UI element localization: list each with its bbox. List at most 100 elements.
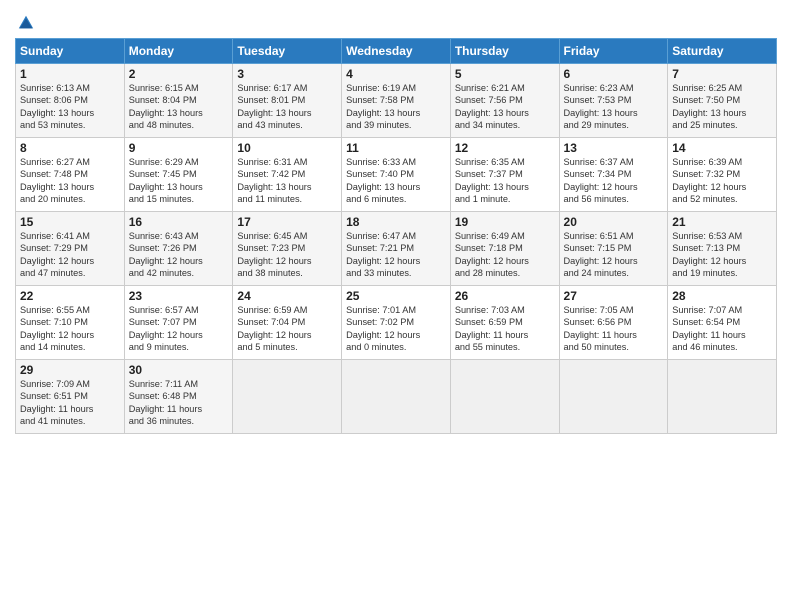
day-number: 3 xyxy=(237,67,337,81)
cell-data: Sunrise: 6:41 AM Sunset: 7:29 PM Dayligh… xyxy=(20,230,120,280)
day-number: 27 xyxy=(564,289,664,303)
calendar-cell: 26Sunrise: 7:03 AM Sunset: 6:59 PM Dayli… xyxy=(450,286,559,360)
calendar-cell: 21Sunrise: 6:53 AM Sunset: 7:13 PM Dayli… xyxy=(668,212,777,286)
cell-data: Sunrise: 7:07 AM Sunset: 6:54 PM Dayligh… xyxy=(672,304,772,354)
day-number: 6 xyxy=(564,67,664,81)
cell-data: Sunrise: 7:05 AM Sunset: 6:56 PM Dayligh… xyxy=(564,304,664,354)
calendar-cell xyxy=(342,360,451,434)
calendar-cell: 18Sunrise: 6:47 AM Sunset: 7:21 PM Dayli… xyxy=(342,212,451,286)
calendar-cell: 15Sunrise: 6:41 AM Sunset: 7:29 PM Dayli… xyxy=(16,212,125,286)
day-number: 16 xyxy=(129,215,229,229)
cell-data: Sunrise: 7:03 AM Sunset: 6:59 PM Dayligh… xyxy=(455,304,555,354)
cell-data: Sunrise: 7:11 AM Sunset: 6:48 PM Dayligh… xyxy=(129,378,229,428)
calendar-cell: 12Sunrise: 6:35 AM Sunset: 7:37 PM Dayli… xyxy=(450,138,559,212)
logo-icon xyxy=(17,14,35,32)
col-header-friday: Friday xyxy=(559,39,668,64)
calendar-cell: 19Sunrise: 6:49 AM Sunset: 7:18 PM Dayli… xyxy=(450,212,559,286)
day-number: 24 xyxy=(237,289,337,303)
calendar-cell: 7Sunrise: 6:25 AM Sunset: 7:50 PM Daylig… xyxy=(668,64,777,138)
calendar-cell: 3Sunrise: 6:17 AM Sunset: 8:01 PM Daylig… xyxy=(233,64,342,138)
cell-data: Sunrise: 6:13 AM Sunset: 8:06 PM Dayligh… xyxy=(20,82,120,132)
day-number: 13 xyxy=(564,141,664,155)
cell-data: Sunrise: 6:53 AM Sunset: 7:13 PM Dayligh… xyxy=(672,230,772,280)
col-header-tuesday: Tuesday xyxy=(233,39,342,64)
cell-data: Sunrise: 6:33 AM Sunset: 7:40 PM Dayligh… xyxy=(346,156,446,206)
calendar-cell xyxy=(559,360,668,434)
calendar-cell: 29Sunrise: 7:09 AM Sunset: 6:51 PM Dayli… xyxy=(16,360,125,434)
day-number: 5 xyxy=(455,67,555,81)
day-number: 11 xyxy=(346,141,446,155)
col-header-saturday: Saturday xyxy=(668,39,777,64)
cell-data: Sunrise: 6:31 AM Sunset: 7:42 PM Dayligh… xyxy=(237,156,337,206)
day-number: 12 xyxy=(455,141,555,155)
calendar-cell: 20Sunrise: 6:51 AM Sunset: 7:15 PM Dayli… xyxy=(559,212,668,286)
cell-data: Sunrise: 6:23 AM Sunset: 7:53 PM Dayligh… xyxy=(564,82,664,132)
calendar-cell: 27Sunrise: 7:05 AM Sunset: 6:56 PM Dayli… xyxy=(559,286,668,360)
col-header-wednesday: Wednesday xyxy=(342,39,451,64)
calendar-cell: 8Sunrise: 6:27 AM Sunset: 7:48 PM Daylig… xyxy=(16,138,125,212)
calendar-cell: 24Sunrise: 6:59 AM Sunset: 7:04 PM Dayli… xyxy=(233,286,342,360)
cell-data: Sunrise: 6:47 AM Sunset: 7:21 PM Dayligh… xyxy=(346,230,446,280)
cell-data: Sunrise: 6:21 AM Sunset: 7:56 PM Dayligh… xyxy=(455,82,555,132)
col-header-thursday: Thursday xyxy=(450,39,559,64)
cell-data: Sunrise: 7:01 AM Sunset: 7:02 PM Dayligh… xyxy=(346,304,446,354)
calendar-cell: 10Sunrise: 6:31 AM Sunset: 7:42 PM Dayli… xyxy=(233,138,342,212)
cell-data: Sunrise: 6:19 AM Sunset: 7:58 PM Dayligh… xyxy=(346,82,446,132)
day-number: 8 xyxy=(20,141,120,155)
day-number: 15 xyxy=(20,215,120,229)
cell-data: Sunrise: 6:27 AM Sunset: 7:48 PM Dayligh… xyxy=(20,156,120,206)
day-number: 22 xyxy=(20,289,120,303)
day-number: 10 xyxy=(237,141,337,155)
day-number: 17 xyxy=(237,215,337,229)
calendar-cell: 14Sunrise: 6:39 AM Sunset: 7:32 PM Dayli… xyxy=(668,138,777,212)
calendar-cell: 25Sunrise: 7:01 AM Sunset: 7:02 PM Dayli… xyxy=(342,286,451,360)
calendar-cell: 1Sunrise: 6:13 AM Sunset: 8:06 PM Daylig… xyxy=(16,64,125,138)
cell-data: Sunrise: 6:45 AM Sunset: 7:23 PM Dayligh… xyxy=(237,230,337,280)
day-number: 2 xyxy=(129,67,229,81)
day-number: 19 xyxy=(455,215,555,229)
calendar-cell: 13Sunrise: 6:37 AM Sunset: 7:34 PM Dayli… xyxy=(559,138,668,212)
day-number: 14 xyxy=(672,141,772,155)
day-number: 20 xyxy=(564,215,664,229)
day-number: 30 xyxy=(129,363,229,377)
calendar-cell: 9Sunrise: 6:29 AM Sunset: 7:45 PM Daylig… xyxy=(124,138,233,212)
calendar-cell: 2Sunrise: 6:15 AM Sunset: 8:04 PM Daylig… xyxy=(124,64,233,138)
day-number: 25 xyxy=(346,289,446,303)
cell-data: Sunrise: 7:09 AM Sunset: 6:51 PM Dayligh… xyxy=(20,378,120,428)
cell-data: Sunrise: 6:15 AM Sunset: 8:04 PM Dayligh… xyxy=(129,82,229,132)
cell-data: Sunrise: 6:39 AM Sunset: 7:32 PM Dayligh… xyxy=(672,156,772,206)
col-header-monday: Monday xyxy=(124,39,233,64)
calendar-cell xyxy=(668,360,777,434)
cell-data: Sunrise: 6:49 AM Sunset: 7:18 PM Dayligh… xyxy=(455,230,555,280)
calendar-cell: 4Sunrise: 6:19 AM Sunset: 7:58 PM Daylig… xyxy=(342,64,451,138)
calendar-cell: 6Sunrise: 6:23 AM Sunset: 7:53 PM Daylig… xyxy=(559,64,668,138)
day-number: 23 xyxy=(129,289,229,303)
day-number: 21 xyxy=(672,215,772,229)
calendar-cell: 30Sunrise: 7:11 AM Sunset: 6:48 PM Dayli… xyxy=(124,360,233,434)
calendar-cell: 22Sunrise: 6:55 AM Sunset: 7:10 PM Dayli… xyxy=(16,286,125,360)
cell-data: Sunrise: 6:51 AM Sunset: 7:15 PM Dayligh… xyxy=(564,230,664,280)
day-number: 4 xyxy=(346,67,446,81)
calendar-cell xyxy=(233,360,342,434)
cell-data: Sunrise: 6:43 AM Sunset: 7:26 PM Dayligh… xyxy=(129,230,229,280)
calendar-cell: 17Sunrise: 6:45 AM Sunset: 7:23 PM Dayli… xyxy=(233,212,342,286)
calendar-cell xyxy=(450,360,559,434)
calendar-table: SundayMondayTuesdayWednesdayThursdayFrid… xyxy=(15,38,777,434)
cell-data: Sunrise: 6:29 AM Sunset: 7:45 PM Dayligh… xyxy=(129,156,229,206)
cell-data: Sunrise: 6:37 AM Sunset: 7:34 PM Dayligh… xyxy=(564,156,664,206)
calendar-cell: 5Sunrise: 6:21 AM Sunset: 7:56 PM Daylig… xyxy=(450,64,559,138)
cell-data: Sunrise: 6:17 AM Sunset: 8:01 PM Dayligh… xyxy=(237,82,337,132)
day-number: 9 xyxy=(129,141,229,155)
calendar-cell: 11Sunrise: 6:33 AM Sunset: 7:40 PM Dayli… xyxy=(342,138,451,212)
day-number: 28 xyxy=(672,289,772,303)
cell-data: Sunrise: 6:25 AM Sunset: 7:50 PM Dayligh… xyxy=(672,82,772,132)
col-header-sunday: Sunday xyxy=(16,39,125,64)
calendar-cell: 28Sunrise: 7:07 AM Sunset: 6:54 PM Dayli… xyxy=(668,286,777,360)
day-number: 18 xyxy=(346,215,446,229)
cell-data: Sunrise: 6:59 AM Sunset: 7:04 PM Dayligh… xyxy=(237,304,337,354)
calendar-cell: 16Sunrise: 6:43 AM Sunset: 7:26 PM Dayli… xyxy=(124,212,233,286)
day-number: 7 xyxy=(672,67,772,81)
cell-data: Sunrise: 6:35 AM Sunset: 7:37 PM Dayligh… xyxy=(455,156,555,206)
day-number: 1 xyxy=(20,67,120,81)
cell-data: Sunrise: 6:57 AM Sunset: 7:07 PM Dayligh… xyxy=(129,304,229,354)
